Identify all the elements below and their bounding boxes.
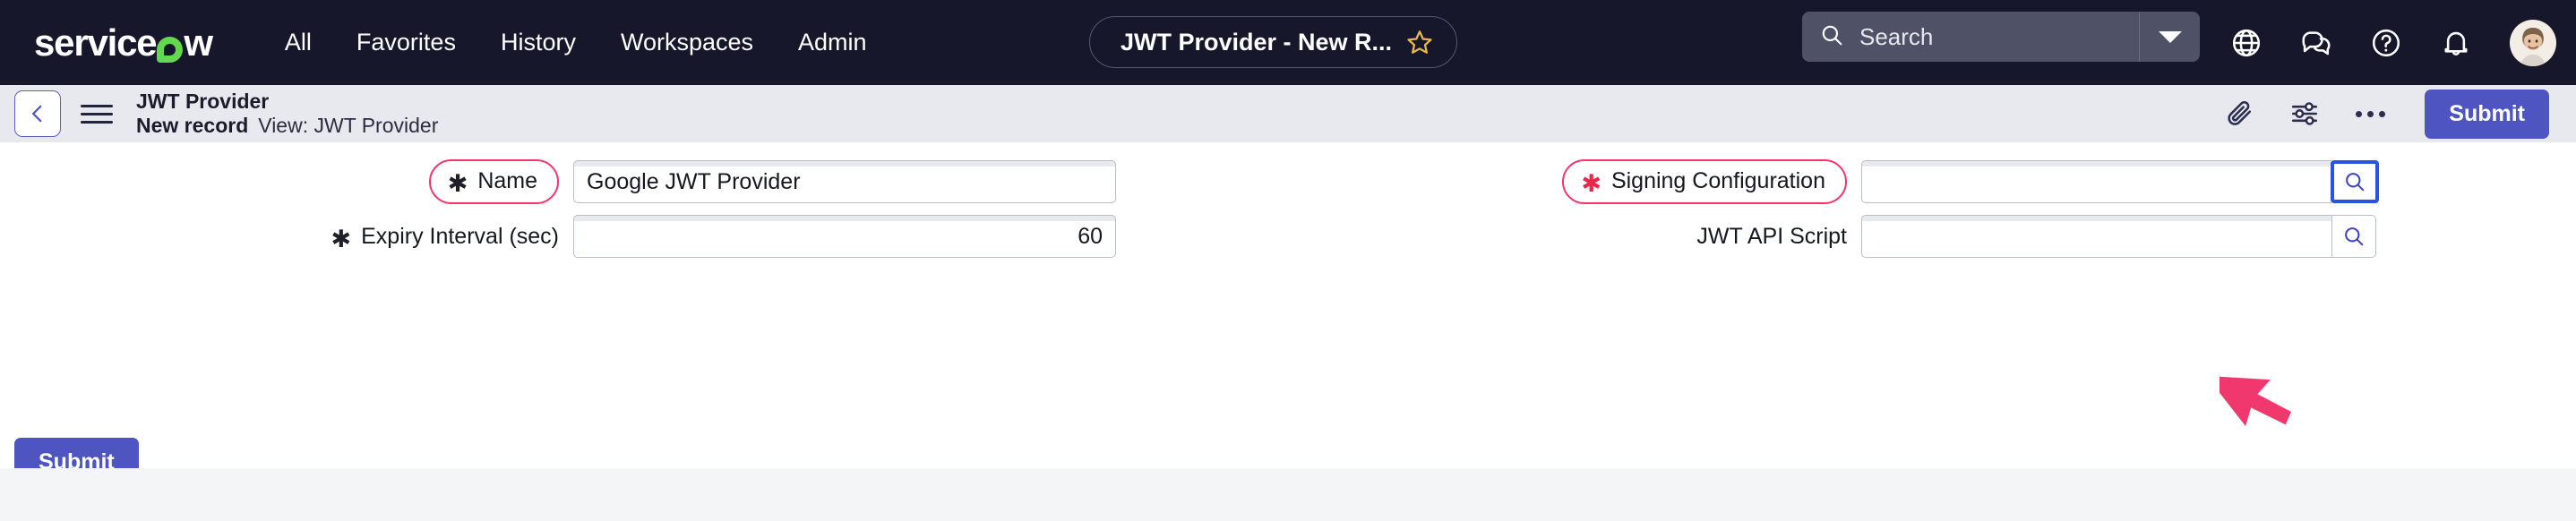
mandatory-asterisk-icon: ✱: [447, 170, 468, 198]
field-label-signing-configuration-text: Signing Configuration: [1610, 168, 1825, 193]
field-label-signing-configuration: ✱ Signing Configuration: [1562, 159, 1847, 204]
search-icon: [1820, 23, 1843, 51]
page-footer: [0, 468, 2576, 521]
field-label-expiry-interval-text: Expiry Interval (sec): [361, 223, 559, 249]
field-label-jwt-api-script: JWT API Script: [1696, 223, 1847, 249]
jwt-api-script-input[interactable]: [1861, 215, 2331, 258]
nav-link-admin[interactable]: Admin: [776, 20, 889, 65]
field-jwt-api-script: JWT API Script: [1288, 215, 2576, 258]
primary-nav-links: All Favorites History Workspaces Admin: [262, 20, 889, 65]
notification-bell-icon[interactable]: [2440, 27, 2472, 59]
field-label-name-text: Name: [477, 168, 537, 193]
field-label-jwt-api-script-text: JWT API Script: [1696, 223, 1847, 249]
page-title: JWT Provider: [136, 89, 270, 113]
submit-button-header[interactable]: Submit: [2425, 89, 2549, 139]
field-label-expiry-interval: ✱ Expiry Interval (sec): [331, 223, 559, 252]
search-magnifier-icon: [2346, 173, 2365, 192]
chevron-left-icon: [31, 105, 42, 123]
open-record-tab-label: JWT Provider - New R...: [1121, 28, 1393, 56]
jwt-api-script-lookup-button[interactable]: [2331, 215, 2376, 258]
name-input[interactable]: Google JWT Provider: [573, 160, 1116, 203]
back-button[interactable]: [14, 90, 61, 137]
mandatory-asterisk-icon: ✱: [1581, 170, 1601, 198]
more-options-icon[interactable]: [2354, 104, 2387, 124]
open-record-tab[interactable]: JWT Provider - New R...: [1089, 16, 1458, 68]
hamburger-menu-icon[interactable]: [81, 104, 113, 124]
top-navigation-bar: service w All Favorites History Workspace…: [0, 0, 2576, 85]
search-placeholder: Search: [1859, 22, 1934, 50]
search-scope-dropdown[interactable]: [2139, 12, 2200, 62]
nav-link-workspaces[interactable]: Workspaces: [598, 20, 776, 65]
form-column-right: ✱ Signing Configuration JWT API Script: [1288, 159, 2576, 258]
mandatory-asterisk-icon: ✱: [331, 225, 352, 252]
signing-configuration-input[interactable]: [1861, 160, 2331, 203]
search-input[interactable]: Search: [1802, 12, 2139, 62]
record-sub-header: JWT Provider New record View: JWT Provid…: [0, 85, 2576, 142]
record-state: New record: [136, 114, 249, 137]
form-grid: ✱ Name Google JWT Provider ✱ Expiry Inte…: [0, 142, 2576, 258]
field-expiry-interval: ✱ Expiry Interval (sec) 60: [0, 215, 1288, 258]
record-view: View: JWT Provider: [258, 114, 439, 137]
expiry-interval-input[interactable]: 60: [573, 215, 1116, 258]
signing-configuration-lookup-button[interactable]: [2331, 160, 2379, 203]
form-column-left: ✱ Name Google JWT Provider ✱ Expiry Inte…: [0, 159, 1288, 258]
avatar[interactable]: [2510, 19, 2556, 66]
help-question-icon[interactable]: [2370, 27, 2402, 59]
search-magnifier-icon: [2345, 227, 2364, 246]
field-name: ✱ Name Google JWT Provider: [0, 159, 1288, 204]
star-outline-icon[interactable]: [1406, 29, 1433, 56]
logo-text-after: w: [184, 21, 213, 64]
servicenow-logo[interactable]: service w: [34, 21, 213, 64]
record-subtitle: New record View: JWT Provider: [136, 114, 438, 138]
nav-link-history[interactable]: History: [478, 20, 598, 65]
globe-icon[interactable]: [2230, 27, 2263, 59]
personalize-form-icon[interactable]: [2289, 98, 2320, 129]
logo-now-ring: [157, 37, 184, 63]
form-footer-actions: Submit: [0, 414, 2576, 487]
record-form: ✱ Name Google JWT Provider ✱ Expiry Inte…: [0, 142, 2576, 426]
chevron-down-icon: [2158, 30, 2182, 43]
record-actions: Submit: [2225, 89, 2549, 139]
nav-link-all[interactable]: All: [262, 20, 334, 65]
field-label-name: ✱ Name: [428, 159, 559, 204]
global-search: Search: [1802, 12, 2200, 62]
field-signing-configuration: ✱ Signing Configuration: [1288, 159, 2576, 204]
logo-text-before: service: [34, 21, 158, 64]
record-title-block: JWT Provider New record View: JWT Provid…: [136, 90, 438, 138]
attachment-icon[interactable]: [2225, 98, 2255, 129]
nav-link-favorites[interactable]: Favorites: [334, 20, 478, 65]
chat-bubbles-icon[interactable]: [2300, 27, 2332, 59]
top-nav-utility-icons: [2230, 0, 2556, 85]
